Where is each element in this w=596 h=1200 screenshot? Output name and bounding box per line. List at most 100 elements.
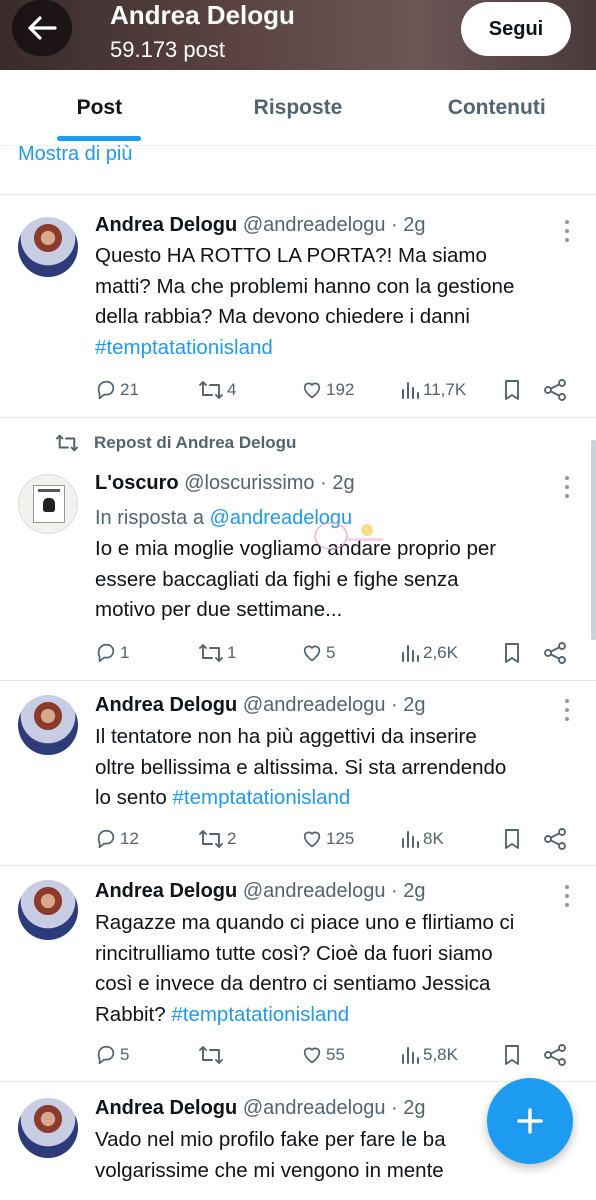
bookmark-button[interactable] [502, 376, 522, 404]
share-button[interactable] [543, 825, 567, 853]
author-name[interactable]: Andrea Delogu [95, 694, 237, 716]
views-count: 8K [423, 829, 444, 848]
hashtag-link[interactable]: #temptatationisland [173, 786, 351, 809]
avatar[interactable] [18, 217, 78, 277]
bookmark-button[interactable] [502, 1041, 522, 1069]
repost-button[interactable]: 4 [198, 376, 236, 404]
tab-post[interactable]: Post [0, 70, 199, 145]
repost-label[interactable]: Repost di Andrea Delogu [94, 433, 296, 453]
reply-prefix: In risposta a [95, 507, 210, 529]
tweet-line: oltre bellissima e altissima. Si sta arr… [95, 755, 507, 779]
more-options-icon[interactable] [562, 476, 572, 498]
share-icon [544, 828, 566, 850]
follow-button[interactable]: Segui [461, 2, 571, 56]
like-button[interactable]: 192 [301, 376, 354, 404]
tweet-text: Ragazze ma quando ci piace uno e flirtia… [95, 908, 580, 1030]
author-handle: @andreadelogu · 2g [242, 214, 426, 236]
author-name[interactable]: Andrea Delogu [95, 1097, 237, 1119]
active-tab-indicator [57, 136, 142, 141]
tweet-line: Il tentatore non ha più aggettivi da ins… [95, 725, 477, 748]
views-button[interactable]: 11,7K [400, 376, 466, 404]
like-button[interactable]: 5 [301, 639, 335, 667]
reply-icon [97, 380, 115, 400]
tweet-line: volgarissime che mi vengono in mente [95, 1158, 444, 1182]
share-button[interactable] [543, 376, 567, 404]
views-button[interactable]: 5,8K [400, 1041, 458, 1069]
reply-button[interactable]: 21 [95, 376, 139, 404]
share-button[interactable] [543, 639, 567, 667]
views-icon [402, 831, 419, 848]
tweet-header: Andrea Delogu @andreadelogu · 2g [95, 878, 425, 904]
compose-button[interactable] [487, 1078, 573, 1164]
scrollbar[interactable] [591, 440, 596, 640]
tweet-line: Ragazze ma quando ci piace uno e flirtia… [95, 911, 515, 934]
reply-button[interactable]: 1 [95, 639, 129, 667]
tweet[interactable]: Andrea Delogu @andreadelogu · 2g Ragazze… [0, 866, 596, 1081]
tab-risposte[interactable]: Risposte [199, 70, 398, 145]
hashtag-link[interactable]: #temptatationisland [171, 1003, 349, 1026]
repost-button[interactable]: 2 [198, 825, 236, 853]
reply-button[interactable]: 5 [95, 1041, 129, 1069]
tweet-actions: 12 2 125 8K [95, 825, 575, 853]
views-button[interactable]: 8K [400, 825, 444, 853]
tab-label: Risposte [253, 95, 343, 119]
more-options-icon[interactable] [562, 699, 572, 721]
back-button[interactable] [12, 0, 72, 56]
profile-tabs: Post Risposte Contenuti [0, 70, 596, 146]
repost-button[interactable]: 1 [198, 639, 236, 667]
author-name[interactable]: Andrea Delogu [95, 214, 237, 236]
bookmark-icon [505, 380, 519, 400]
reply-button[interactable]: 12 [95, 825, 139, 853]
share-icon [544, 1044, 566, 1066]
repost-button[interactable] [198, 1041, 224, 1069]
like-icon [303, 645, 321, 662]
tweet-line: rincitrulliamo tutte così? Cioè da fuori… [95, 941, 493, 965]
avatar[interactable] [18, 695, 78, 755]
share-icon [544, 642, 566, 664]
hashtag-link[interactable]: #temptatationisland [95, 333, 580, 364]
tab-contenuti[interactable]: Contenuti [397, 70, 596, 145]
tweet-line: lo sento #temptatationisland [95, 786, 351, 809]
reply-count: 12 [120, 829, 139, 848]
author-name[interactable]: Andrea Delogu [95, 880, 237, 902]
tweet-line: Questo HA ROTTO LA PORTA?! Ma siamo [95, 244, 487, 267]
bookmark-icon [505, 643, 519, 663]
tweet[interactable]: Andrea Delogu @andreadelogu · 2g Il tent… [0, 681, 596, 865]
reply-count: 21 [120, 380, 139, 399]
tweet[interactable]: Repost di Andrea Delogu L'oscuro @loscur… [0, 418, 596, 680]
compose-plus-icon [517, 1108, 543, 1134]
post-count: 59.173 post [110, 37, 225, 62]
tweet-header: Andrea Delogu @andreadelogu · 2g [95, 692, 425, 718]
views-icon [402, 1047, 419, 1064]
repost-icon [199, 381, 223, 399]
tweet[interactable]: Andrea Delogu @andreadelogu · 2g Questo … [0, 195, 596, 417]
like-icon [303, 382, 321, 399]
avatar[interactable] [18, 880, 78, 940]
profile-name: Andrea Delogu [110, 0, 295, 30]
tweet-header: Andrea Delogu @andreadelogu · 2g [95, 212, 425, 238]
bookmark-button[interactable] [502, 825, 522, 853]
bookmark-icon [505, 829, 519, 849]
tweet-header: Andrea Delogu @andreadelogu · 2g [95, 1095, 425, 1121]
like-button[interactable]: 55 [301, 1041, 345, 1069]
show-more-link[interactable]: Mostra di più [18, 143, 133, 166]
share-button[interactable] [543, 1041, 567, 1069]
tweet-actions: 5 55 5,8K [95, 1041, 575, 1069]
like-count: 192 [326, 380, 355, 399]
bookmark-button[interactable] [502, 639, 522, 667]
more-options-icon[interactable] [562, 220, 572, 242]
repost-count: 1 [227, 643, 237, 662]
back-arrow-icon [28, 16, 57, 40]
author-handle: @loscurissimo · 2g [184, 472, 355, 494]
tweet-line: Rabbit? #temptatationisland [95, 1002, 350, 1026]
views-button[interactable]: 2,6K [400, 639, 458, 667]
author-name[interactable]: L'oscuro [95, 472, 179, 494]
share-icon [544, 379, 566, 401]
avatar[interactable] [18, 1098, 78, 1158]
tweet-text: Il tentatore non ha più aggettivi da ins… [95, 722, 580, 814]
views-icon [402, 382, 419, 399]
author-handle: @andreadelogu · 2g [242, 694, 426, 716]
avatar[interactable] [18, 474, 78, 534]
like-button[interactable]: 125 [301, 825, 354, 853]
more-options-icon[interactable] [562, 885, 572, 907]
